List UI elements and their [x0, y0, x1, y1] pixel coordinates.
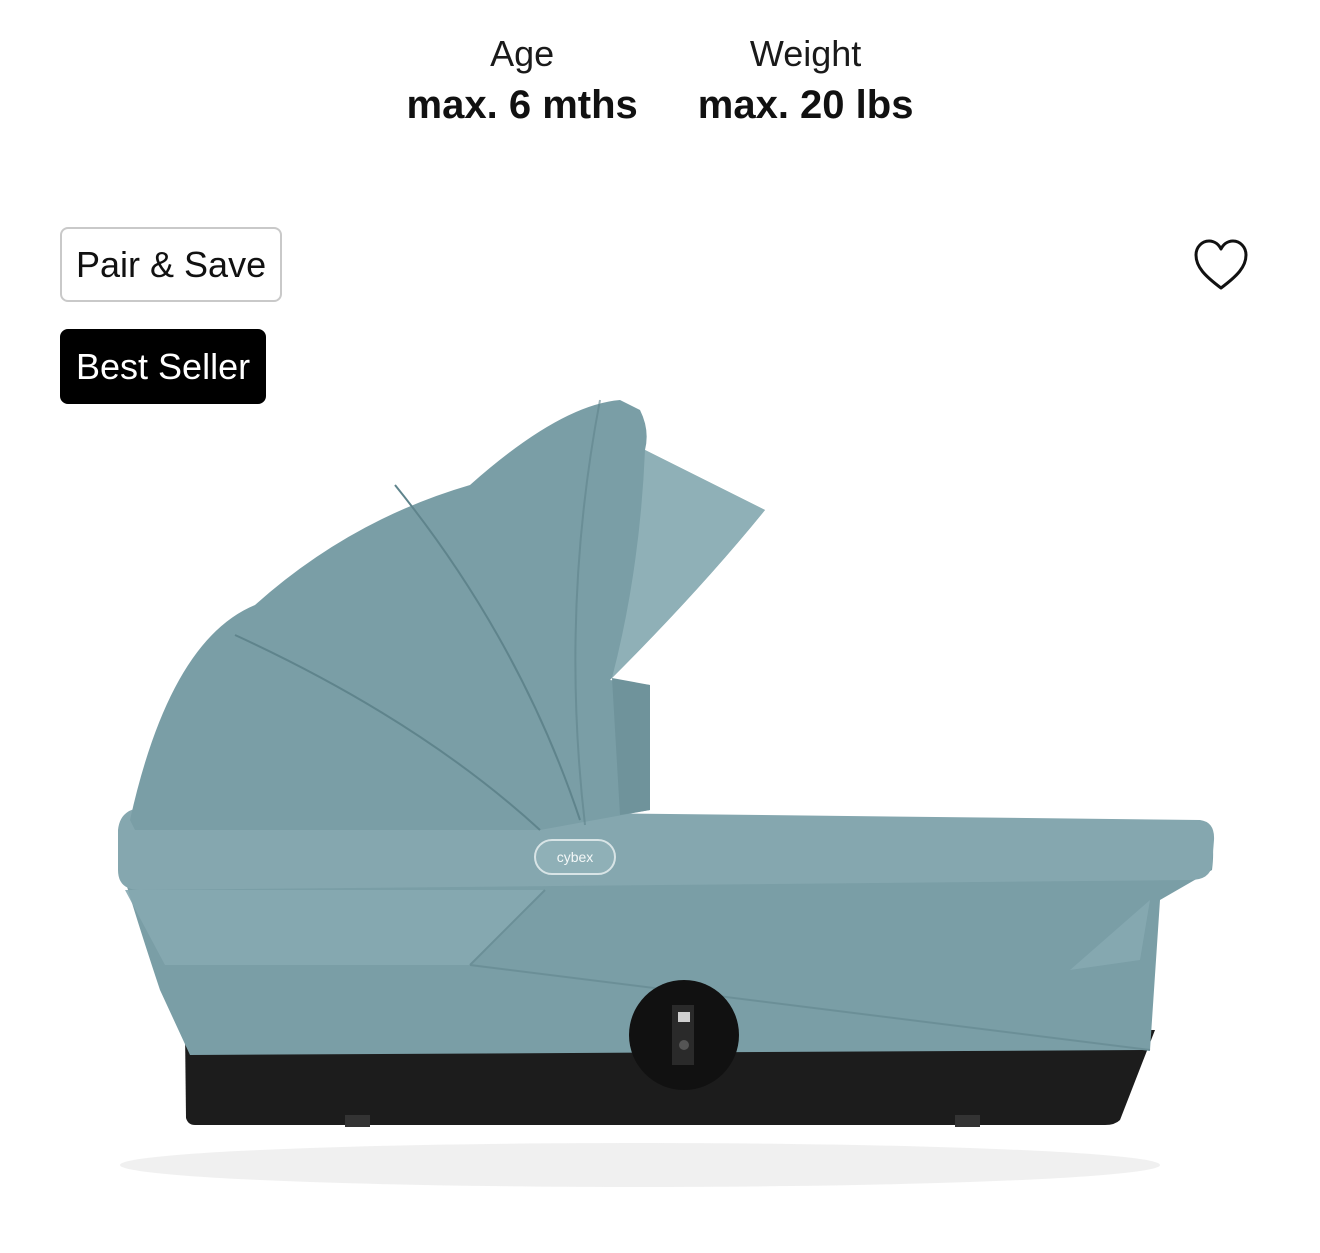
spec-weight-value: max. 20 lbs	[697, 83, 914, 127]
spec-age-label: Age	[490, 33, 555, 74]
spec-age: Age max. 6 mths	[407, 32, 638, 130]
brand-logo: cybex	[557, 849, 594, 865]
spec-summary: Age max. 6 mths Weight max. 20 lbs	[0, 32, 1320, 130]
wishlist-button[interactable]	[1191, 236, 1251, 294]
spec-weight-label: Weight	[749, 33, 862, 74]
product-image-carrycot: cybex	[0, 390, 1320, 1210]
heart-outline-icon	[1194, 239, 1248, 290]
pair-save-badge[interactable]: Pair & Save	[60, 227, 283, 302]
spec-age-value: max. 6 mths	[406, 83, 638, 127]
spec-weight: Weight max. 20 lbs	[698, 32, 914, 130]
